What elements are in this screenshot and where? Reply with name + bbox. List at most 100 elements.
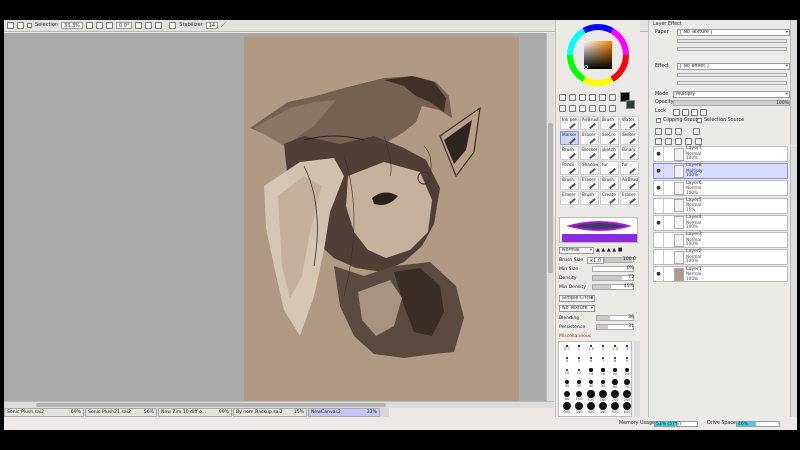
color-wheel[interactable] [565, 22, 631, 88]
brush-size-preset[interactable]: 4 [561, 354, 573, 366]
clipping-group-checkbox[interactable] [656, 118, 661, 123]
canvas-horizontal-scrollbar[interactable] [4, 401, 554, 408]
visibility-eye-icon[interactable]: ● [654, 147, 663, 161]
secondary-color-swatch[interactable] [626, 100, 635, 109]
layer-lock-toggle[interactable] [663, 215, 672, 230]
visibility-eye-icon[interactable]: ● [654, 216, 663, 230]
hand-icon[interactable] [589, 104, 596, 112]
layer-row[interactable]: Layer5 Normal 15% [653, 197, 788, 214]
rotate-reset-icon[interactable] [155, 22, 163, 29]
brush-tool-slot[interactable]: Brush [560, 176, 579, 190]
brush-size-preset[interactable]: 160 [597, 390, 609, 402]
brush-size-preset[interactable]: 70 [621, 378, 631, 390]
doc-tab[interactable]: Sonic Plush21.sai2 56% [85, 408, 157, 417]
merge-visible-icon[interactable] [675, 138, 682, 145]
brush-tool-slot[interactable]: Brush [580, 191, 599, 205]
layer-list-scrollbar[interactable] [790, 146, 797, 417]
brush-size-preset[interactable]: 14 [585, 366, 597, 378]
hscroll-thumb[interactable] [36, 403, 386, 407]
brush-size-preset[interactable]: 450 [597, 402, 609, 414]
lasso-icon[interactable] [569, 94, 576, 101]
lock-transparency-icon[interactable] [673, 109, 680, 116]
delete-layer-icon[interactable] [695, 138, 702, 145]
layer-lock-toggle[interactable] [663, 267, 672, 282]
visibility-eye-icon[interactable]: ● [654, 267, 663, 281]
brush-tool-slot[interactable]: Water [620, 116, 639, 130]
new-mask-icon[interactable] [693, 128, 700, 135]
brush-size-preset[interactable]: 40 [585, 378, 597, 390]
brush-blend-select[interactable]: Normal [559, 246, 594, 254]
new-layer-icon[interactable] [655, 128, 662, 135]
lock-all-icon[interactable] [700, 109, 707, 116]
zoom-in-icon[interactable] [95, 22, 103, 29]
layer-row[interactable]: ● Layer6 Normal 100% [653, 180, 788, 197]
stabilizer-select[interactable]: 14 [205, 22, 219, 29]
clipping-group-option[interactable]: Clipping Group [656, 118, 699, 123]
brush-tool-slot[interactable]: Binary [620, 146, 639, 160]
brush-size-preset[interactable]: 10 [561, 366, 573, 378]
canvas-paper[interactable] [244, 36, 519, 402]
layer-row[interactable]: ● Layer7 Normal 100% [653, 146, 788, 162]
new-linework-layer-icon[interactable] [665, 128, 672, 135]
brush-texture-select[interactable]: No Texture [559, 304, 595, 312]
brush-size-preset[interactable]: 16 [597, 366, 609, 378]
new-folder-icon[interactable] [675, 128, 682, 135]
rotate-icon[interactable] [579, 104, 586, 112]
brush-tool-slot[interactable]: SelCre [600, 131, 619, 145]
lock-move-icon[interactable] [691, 109, 698, 116]
misc-row[interactable]: Miscellaneous [559, 332, 591, 340]
layer-lock-toggle[interactable] [663, 164, 672, 179]
layer-lock-toggle[interactable] [663, 181, 672, 196]
brush-size-preset[interactable]: 100 [573, 390, 585, 402]
brush-tool-slot[interactable]: Shadow [580, 161, 599, 175]
brush-tool-slot[interactable]: Eraser [620, 191, 639, 205]
brush-size-preset[interactable]: 3 [621, 342, 631, 354]
brush-tool-slot[interactable]: Ink pen [560, 116, 579, 130]
selection-icon[interactable] [17, 22, 24, 29]
blend-mode-select[interactable]: Multiply [673, 91, 790, 98]
brush-tool-slot[interactable]: Eraser [560, 191, 579, 205]
doc-tab-active[interactable]: NewCanvas2 33% [308, 408, 380, 417]
brush-tool-slot[interactable]: Marker [560, 131, 579, 145]
eyedropper-icon[interactable] [599, 104, 606, 112]
visibility-eye-icon[interactable]: ● [654, 164, 663, 178]
brush-tip-shapes[interactable]: ▲ ▲ ▲ ▲ ■ [596, 247, 622, 253]
brush-tool-slot[interactable]: AirBrush [580, 116, 599, 130]
rotate-left-icon[interactable] [135, 22, 143, 29]
brush-tool-slot[interactable]: fur [600, 161, 619, 175]
brush-size-preset[interactable]: 25 [621, 366, 631, 378]
brush-tool-slot[interactable]: Blocker [580, 146, 599, 160]
effect-select[interactable]: [ No effect ] [677, 63, 790, 70]
paper-texture-select[interactable]: [ No Texture ] [677, 29, 790, 36]
layer-lock-toggle[interactable] [663, 147, 672, 161]
visibility-eye-icon[interactable] [654, 199, 663, 213]
doc-tab[interactable]: Sonic Plush.sai2 69% [4, 408, 84, 417]
paper-strength-slider[interactable] [677, 47, 787, 51]
paper-scale-slider[interactable] [677, 39, 787, 43]
layer-row[interactable]: ● Layer4 Normal 100% [653, 214, 788, 231]
selection-pen-icon[interactable] [589, 94, 596, 101]
brush-size-preset[interactable]: 20 [609, 366, 621, 378]
layer-row[interactable]: ● Layer1 Normal 100% [653, 266, 788, 283]
brush-tool-slot[interactable]: Create [600, 191, 619, 205]
brush-size-preset[interactable]: 2 [597, 342, 609, 354]
effect-intensity-slider[interactable] [677, 81, 787, 85]
shape-icon[interactable] [609, 94, 616, 101]
doc-tab[interactable]: New Zim 10 diff o... 99% [158, 408, 232, 417]
selection-checkbox[interactable] [27, 23, 32, 28]
brush-size-preset[interactable]: 250 [621, 390, 631, 402]
vscroll-thumb[interactable] [548, 123, 553, 273]
visibility-eye-icon[interactable] [654, 233, 663, 247]
brush-size-preset[interactable]: 500 [609, 402, 621, 414]
brush-size-preset[interactable]: 60 [609, 378, 621, 390]
bucket-icon[interactable] [609, 104, 616, 112]
effect-width-slider[interactable] [677, 73, 787, 77]
brush-size-preset[interactable]: 50 [597, 378, 609, 390]
doc-tab[interactable]: By nom Backup.sai2 15% [233, 408, 307, 417]
canvas-viewport[interactable] [4, 33, 554, 405]
text-icon[interactable] [599, 94, 606, 101]
brush-size-preset[interactable]: 9 [621, 354, 631, 366]
angle-field[interactable]: 0.0° [115, 22, 133, 29]
select-rect-icon[interactable] [559, 94, 566, 101]
brush-size-preset[interactable]: 1.5 [585, 342, 597, 354]
